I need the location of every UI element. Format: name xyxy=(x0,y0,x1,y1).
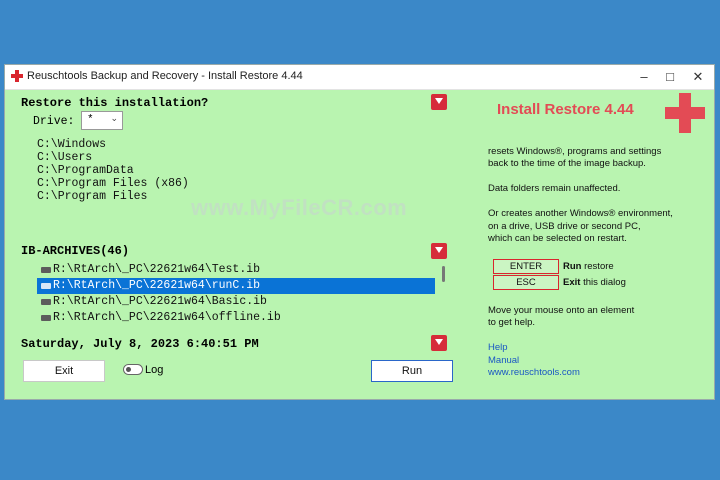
drive-value: * xyxy=(87,114,94,126)
toggle-knob xyxy=(126,367,131,372)
watermark: www.MyFileCR.com xyxy=(191,195,408,220)
drive-icon xyxy=(41,315,51,321)
brand-cross-icon xyxy=(665,93,705,133)
run-button[interactable]: Run xyxy=(371,360,453,382)
drive-icon xyxy=(41,299,51,305)
brand-title: Install Restore 4.44 xyxy=(497,101,634,118)
archives-header: IB-ARCHIVES(46) xyxy=(21,244,130,258)
drive-icon xyxy=(41,267,51,273)
list-item[interactable]: R:\RtArch\_PC\22621w64\Basic.ib xyxy=(37,294,435,310)
website-link[interactable]: www.reuschtools.com xyxy=(488,367,580,378)
list-item[interactable]: R:\RtArch\_PC\22621w64\Test.ib xyxy=(37,262,435,278)
drive-label: Drive: xyxy=(33,115,75,128)
path-item: C:\Program Files xyxy=(37,190,148,203)
desc-line: back to the time of the image backup. xyxy=(488,158,646,169)
desc-line: on a drive, USB drive or second PC, xyxy=(488,221,641,232)
hint-line: to get help. xyxy=(488,317,536,328)
hint-line: Move your mouse onto an element xyxy=(488,305,635,316)
list-item-selected[interactable]: R:\RtArch\_PC\22621w64\runC.ib xyxy=(37,278,435,294)
path-item: C:\Windows xyxy=(37,138,107,151)
enter-key-box[interactable]: ENTER xyxy=(493,259,559,274)
list-item[interactable]: R:\RtArch\_PC\22621w64\offline.ib xyxy=(37,310,435,326)
datetime-dropdown-icon[interactable] xyxy=(431,335,447,351)
window-title: Reuschtools Backup and Recovery - Instal… xyxy=(27,70,303,82)
manual-link[interactable]: Manual xyxy=(488,355,519,366)
desc-line: Or creates another Windows® environment, xyxy=(488,208,673,219)
maximize-icon[interactable]: □ xyxy=(657,68,683,86)
close-icon[interactable]: ✕ xyxy=(685,68,711,86)
app-cross-icon xyxy=(11,70,23,82)
restore-dropdown-icon[interactable] xyxy=(431,94,447,110)
log-label: Log xyxy=(145,364,164,376)
path-item: C:\Users xyxy=(37,151,93,164)
title-bar: Reuschtools Backup and Recovery - Instal… xyxy=(5,65,714,90)
path-item: C:\ProgramData xyxy=(37,164,134,177)
log-toggle[interactable] xyxy=(123,364,143,375)
help-link[interactable]: Help xyxy=(488,342,508,353)
minimize-icon[interactable]: – xyxy=(631,68,657,86)
chevron-down-icon: ⌄ xyxy=(110,113,118,123)
restore-header: Restore this installation? xyxy=(21,96,209,110)
drive-select[interactable]: * ⌄ xyxy=(81,111,123,130)
enter-key-desc: Run restore xyxy=(563,261,614,272)
exit-button[interactable]: Exit xyxy=(23,360,105,382)
path-item: C:\Program Files (x86) xyxy=(37,177,189,190)
scrollbar-thumb[interactable] xyxy=(442,266,445,282)
app-window: Reuschtools Backup and Recovery - Instal… xyxy=(4,64,715,400)
desc-line: resets Windows®, programs and settings xyxy=(488,146,662,157)
archives-dropdown-icon[interactable] xyxy=(431,243,447,259)
desc-line: Data folders remain unaffected. xyxy=(488,183,621,194)
datetime: Saturday, July 8, 2023 6:40:51 PM xyxy=(21,337,259,351)
archives-scrollbar[interactable] xyxy=(441,264,447,324)
drive-icon xyxy=(41,283,51,289)
archives-list[interactable]: R:\RtArch\_PC\22621w64\Test.ib R:\RtArch… xyxy=(37,260,451,326)
esc-key-box[interactable]: ESC xyxy=(493,275,559,290)
esc-key-desc: Exit this dialog xyxy=(563,277,626,288)
desc-line: which can be selected on restart. xyxy=(488,233,627,244)
